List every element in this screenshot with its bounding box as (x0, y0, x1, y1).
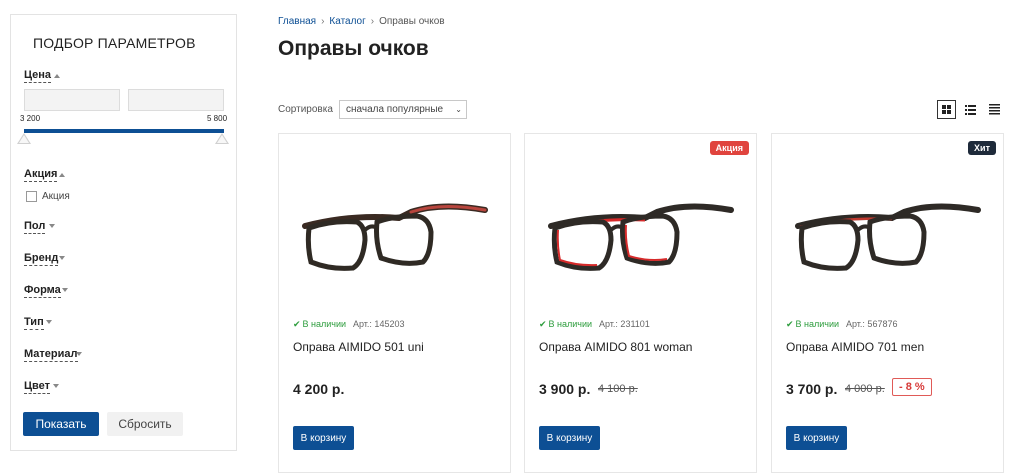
breadcrumb-separator: › (370, 16, 375, 27)
compact-list-button[interactable] (985, 100, 1004, 119)
discount-badge: - 8 % (892, 378, 932, 396)
filter-price-toggle[interactable]: Цена (24, 69, 52, 83)
page-title: Оправы очков (278, 37, 429, 60)
price-range-track[interactable] (24, 129, 224, 133)
price-min-handle-inner (19, 135, 29, 143)
old-price: 4 000 р. (845, 383, 885, 395)
product-image[interactable] (784, 170, 990, 290)
filter-title: ПОДБОР ПАРАМЕТРОВ (33, 35, 196, 51)
chevron-up-icon[interactable] (59, 173, 65, 177)
article-number: Арт.: 145203 (353, 319, 405, 329)
list-view-icon (965, 105, 976, 115)
grid-view-icon (942, 105, 951, 114)
price-range-max: 5 800 (207, 114, 228, 123)
filter-gender-toggle[interactable]: Пол (24, 220, 46, 234)
product-name[interactable]: Оправа AIMIDO 501 uni (293, 340, 424, 354)
product-price: 3 900 р. (539, 381, 591, 397)
add-to-cart-button[interactable]: В корзину (786, 426, 847, 450)
filter-brand-toggle[interactable]: Бренд (24, 252, 59, 266)
breadcrumb: Главная › Каталог › Оправы очков (278, 16, 445, 27)
filter-sidebar: ПОДБОР ПАРАМЕТРОВ Цена 3 200 5 800 Акция… (10, 14, 237, 451)
chevron-up-icon[interactable] (54, 74, 60, 78)
list-view-button[interactable] (961, 100, 980, 119)
product-card[interactable]: Акция ✔ В наличии Арт.: 231101 Оправа AIM… (524, 133, 757, 473)
hit-badge: Хит (968, 141, 996, 155)
sort-select[interactable]: сначала популярные ⌄ (339, 100, 467, 119)
compact-list-icon (989, 104, 1000, 115)
product-price: 3 700 р. (786, 381, 838, 397)
filter-color-toggle[interactable]: Цвет (24, 380, 51, 394)
breadcrumb-home[interactable]: Главная (278, 16, 316, 27)
in-stock-status: ✔ В наличии (786, 319, 840, 329)
sale-checkbox-label[interactable]: Акция (42, 191, 70, 202)
sort-value: сначала популярные (346, 104, 444, 115)
product-image[interactable] (291, 170, 497, 290)
product-card[interactable]: ✔ В наличии Арт.: 145203 Оправа AIMIDO 50… (278, 133, 511, 473)
product-name[interactable]: Оправа AIMIDO 801 woman (539, 340, 692, 354)
chevron-down-icon[interactable] (46, 320, 52, 324)
chevron-down-icon[interactable] (49, 224, 55, 228)
add-to-cart-button[interactable]: В корзину (293, 426, 354, 450)
grid-view-button[interactable] (937, 100, 956, 119)
price-min-input[interactable] (24, 89, 120, 111)
filter-type-toggle[interactable]: Тип (24, 316, 44, 330)
product-name[interactable]: Оправа AIMIDO 701 men (786, 340, 924, 354)
check-icon: ✔ (786, 319, 794, 329)
filter-sale-toggle[interactable]: Акция (24, 168, 58, 182)
show-button[interactable]: Показать (23, 412, 99, 436)
product-image[interactable] (537, 170, 743, 290)
chevron-down-icon[interactable] (59, 256, 65, 260)
add-to-cart-button[interactable]: В корзину (539, 426, 600, 450)
check-icon: ✔ (539, 319, 547, 329)
product-card[interactable]: Хит ✔ В наличии Арт.: 567876 Оправа AIMID… (771, 133, 1004, 473)
sort-label: Сортировка (278, 104, 333, 115)
chevron-down-icon[interactable] (76, 352, 82, 356)
article-number: Арт.: 231101 (599, 319, 650, 329)
chevron-down-icon: ⌄ (455, 105, 462, 114)
breadcrumb-catalog[interactable]: Каталог (329, 16, 365, 27)
price-max-input[interactable] (128, 89, 224, 111)
article-number: Арт.: 567876 (846, 319, 898, 329)
price-max-handle-inner (217, 135, 227, 143)
in-stock-status: ✔ В наличии (539, 319, 593, 329)
breadcrumb-separator: › (321, 16, 325, 27)
old-price: 4 100 р. (598, 383, 638, 395)
filter-shape-toggle[interactable]: Форма (24, 284, 61, 298)
price-range-min: 3 200 (20, 114, 41, 123)
sale-checkbox[interactable] (26, 191, 37, 202)
chevron-down-icon[interactable] (62, 288, 68, 292)
reset-button[interactable]: Сбросить (107, 412, 183, 436)
check-icon: ✔ (293, 319, 301, 329)
in-stock-status: ✔ В наличии (293, 319, 347, 329)
filter-material-toggle[interactable]: Материал (24, 348, 78, 362)
chevron-down-icon[interactable] (53, 384, 59, 388)
product-price: 4 200 р. (293, 381, 345, 397)
breadcrumb-current: Оправы очков (379, 16, 445, 27)
sale-badge: Акция (709, 141, 749, 155)
